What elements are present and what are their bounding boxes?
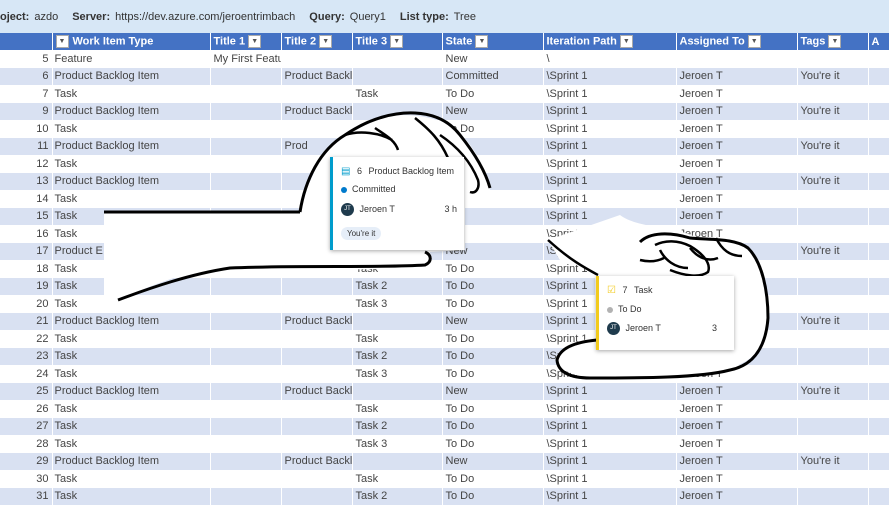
state-dot-icon — [607, 307, 613, 313]
card-assignee[interactable]: Jeroen T — [360, 204, 395, 214]
card-state: Committed — [352, 184, 396, 194]
card-assignee[interactable]: Jeroen T — [626, 323, 661, 333]
card-title[interactable]: Task — [634, 285, 653, 295]
product-backlog-item-card[interactable]: ▤ 6 Product Backlog Item Committed JT Je… — [330, 157, 464, 250]
avatar: JT — [607, 322, 620, 335]
card-accent-bar — [596, 276, 599, 350]
card-state: To Do — [618, 304, 642, 314]
card-effort: 3 — [712, 323, 717, 333]
card-title[interactable]: Product Backlog Item — [369, 166, 455, 176]
card-id: 7 — [622, 285, 627, 295]
card-accent-bar — [330, 157, 333, 250]
avatar: JT — [341, 203, 354, 216]
task-card[interactable]: ☑ 7 Task To Do JT Jeroen T 3 — [596, 276, 734, 350]
card-id: 6 — [357, 166, 362, 176]
backlog-item-icon: ▤ — [341, 166, 350, 177]
right-hand-drawing — [0, 0, 889, 500]
state-dot-icon — [341, 187, 347, 193]
task-icon: ☑ — [607, 285, 616, 296]
card-tag: You're it — [341, 227, 381, 240]
card-effort: 3 h — [444, 204, 457, 214]
